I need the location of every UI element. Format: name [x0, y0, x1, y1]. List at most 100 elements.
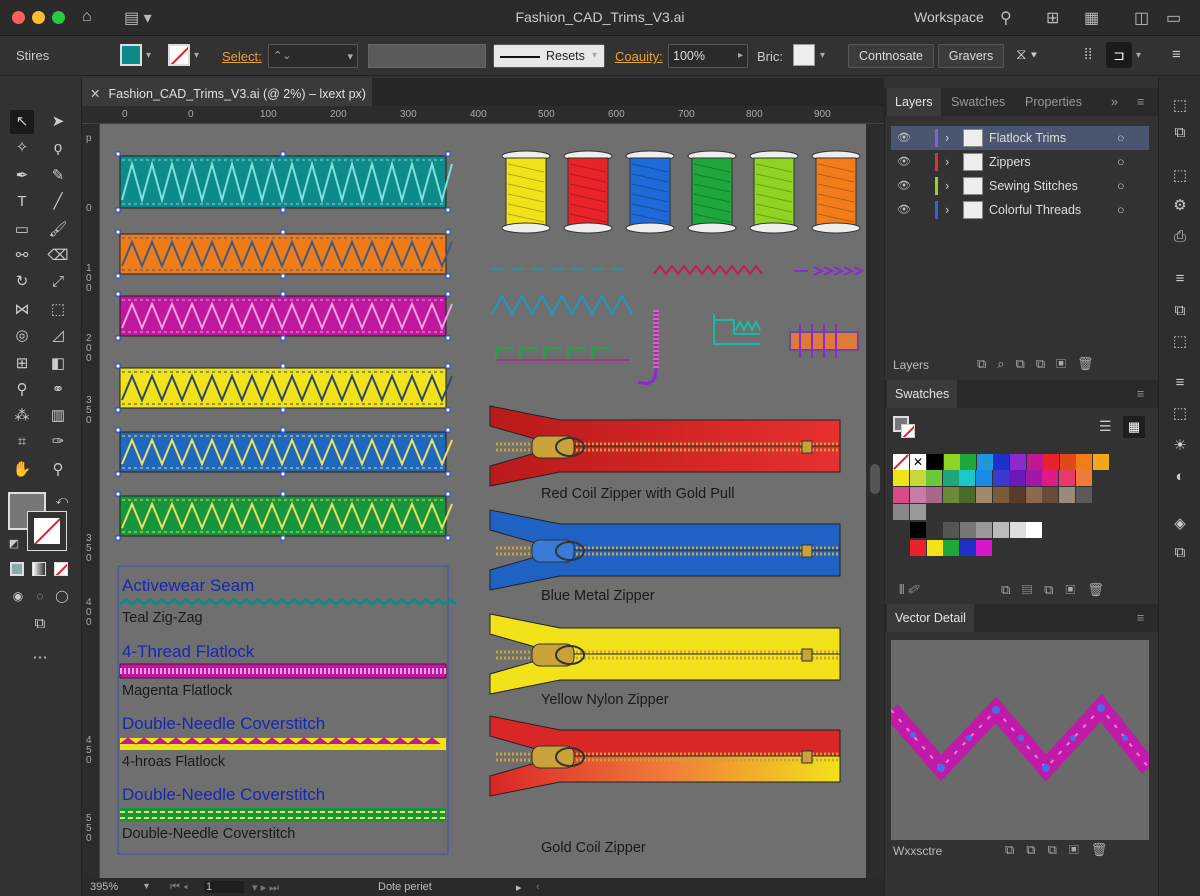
trim-band-green[interactable] [115, 491, 453, 541]
color-swatch[interactable] [1043, 454, 1060, 470]
grid-icon[interactable]: ▦ [1084, 8, 1099, 28]
color-swatch[interactable] [1059, 470, 1075, 486]
trim-band-blue[interactable] [115, 427, 453, 477]
grid-view-icon[interactable]: ▦ [1123, 416, 1145, 438]
visibility-eye-icon[interactable]: 👁 [897, 203, 911, 216]
color-swatch[interactable] [927, 454, 943, 470]
list-view-icon[interactable]: ☰ [1099, 418, 1112, 435]
select-label[interactable]: Select: [222, 49, 262, 64]
panel-menu-icon[interactable]: ≡ [1129, 88, 1152, 116]
color-swatch[interactable] [1042, 470, 1059, 486]
brightness-swatch[interactable] [793, 44, 815, 66]
zipper-1[interactable] [489, 405, 841, 487]
more-tools-icon[interactable]: ⋯ [28, 646, 52, 670]
thread-spool[interactable] [749, 150, 799, 234]
color-swatch[interactable] [1009, 522, 1026, 538]
color-swatch[interactable] [909, 504, 926, 520]
blend-tool-icon[interactable]: ⚭ [46, 378, 70, 402]
registration-swatch[interactable]: ✕ [910, 454, 926, 470]
next-artboard-icon[interactable]: ▾ ▸ ⏭ [252, 881, 279, 895]
visibility-eye-icon[interactable]: 👁 [897, 155, 911, 168]
color-swatch[interactable] [1026, 522, 1043, 538]
mesh-tool-icon[interactable]: ⊞ [10, 352, 34, 376]
gravers-button[interactable]: Gravers [938, 44, 1004, 68]
none-swatch[interactable] [893, 454, 909, 470]
lasso-icon[interactable]: ϙ [46, 136, 70, 160]
paragraph-icon[interactable]: ⬚ [1170, 404, 1190, 424]
color-swatch[interactable] [943, 540, 960, 556]
magic-wand-icon[interactable]: ✧ [10, 136, 34, 160]
horizontal-ruler[interactable]: 0 0 100 200 300 400 500 600 700 800 900 [82, 106, 884, 124]
stroke-none-swatch[interactable] [168, 44, 190, 66]
color-swatch[interactable] [960, 454, 977, 470]
zipper-4[interactable] [489, 715, 841, 797]
color-swatch[interactable] [893, 504, 909, 520]
print-icon[interactable]: ⎙ [1170, 228, 1190, 248]
close-tab-icon[interactable]: ✕ [90, 87, 100, 101]
tab-layers[interactable]: Layers [887, 88, 941, 116]
document-icon[interactable]: ▭ [1166, 8, 1181, 28]
menu-icon[interactable]: ≡ [1172, 46, 1181, 63]
shaper-tool-icon[interactable]: ⚯ [10, 244, 34, 268]
swatches-menu-icon[interactable]: ≡ [1129, 380, 1152, 408]
color-swatch[interactable] [1075, 470, 1092, 486]
draw-behind-icon[interactable]: ◌ [28, 584, 52, 608]
swatches-title[interactable]: Swatches [887, 380, 958, 408]
curvature-tool-icon[interactable]: ✎ [46, 164, 70, 188]
color-swatch[interactable] [910, 540, 926, 556]
scale-tool-icon[interactable]: ⤢ [46, 270, 70, 294]
thread-spool[interactable] [501, 150, 551, 234]
scroll-left-icon[interactable]: ‹ [536, 881, 540, 893]
tab-swatches[interactable]: Swatches [943, 88, 1013, 116]
thread-spool[interactable] [563, 150, 613, 234]
color-swatch[interactable] [1009, 487, 1026, 503]
color-swatch[interactable] [959, 540, 976, 556]
color-swatch[interactable] [943, 454, 960, 470]
color-mode-icon[interactable] [10, 562, 24, 576]
panels-icon[interactable]: ◫ [1134, 8, 1149, 28]
first-artboard-icon[interactable]: ⏮ ◂ [170, 881, 188, 894]
color-swatch[interactable] [893, 487, 909, 503]
color-swatch[interactable] [943, 522, 960, 538]
swatches-footer-icons-right[interactable]: ⧉▤⧉▣🗑 [1001, 582, 1116, 598]
direct-selection-tool-icon[interactable]: ➤ [46, 110, 70, 134]
align-panel-icon[interactable]: ⬚ [1170, 166, 1190, 186]
trim-band-orange[interactable] [115, 229, 453, 279]
eyedropper-icon[interactable]: ⚲ [10, 378, 34, 402]
thread-spool[interactable] [687, 150, 737, 234]
opacity-field[interactable]: 100% [668, 44, 748, 68]
rectangle-tool-icon[interactable]: ▭ [10, 218, 34, 242]
expand-arrow-icon[interactable]: › [945, 155, 949, 169]
isolate-icon[interactable]: ⊐ [1106, 42, 1132, 68]
color-swatch[interactable] [992, 487, 1009, 503]
color-swatch[interactable] [976, 454, 993, 470]
layer-row[interactable]: 👁 › Flatlock Trims ○ [891, 126, 1149, 150]
contnosate-button[interactable]: Contnosate [848, 44, 934, 68]
stroke-style-button[interactable]: Resets [493, 44, 605, 68]
zipper-3[interactable] [489, 613, 841, 695]
color-swatch[interactable] [1026, 454, 1043, 470]
opacity-arrow-icon[interactable]: ▸ [738, 50, 743, 61]
character-icon[interactable]: ≡ [1170, 374, 1190, 394]
document-tab[interactable]: ✕ Fashion_CAD_Trims_V3.ai (@ 2%) – Ɩxext … [82, 78, 372, 106]
color-swatch[interactable] [976, 540, 993, 556]
selection-tool-icon[interactable]: ↖ [10, 110, 34, 134]
swatch-fill-stroke-icon[interactable] [893, 416, 915, 438]
trim-band-yellow[interactable] [115, 363, 453, 413]
vertical-ruler[interactable]: p 0 100 200 350 350 400 450 550 [82, 124, 100, 878]
line-tool-icon[interactable]: ╱ [46, 190, 70, 214]
color-swatch[interactable] [909, 470, 926, 486]
default-colors-icon[interactable]: ◩ [2, 532, 26, 556]
shape-builder-icon[interactable]: ◎ [10, 324, 34, 348]
trim-band-teal[interactable] [115, 151, 453, 213]
color-swatch[interactable] [1025, 487, 1042, 503]
workspace-label[interactable]: Workspace [914, 9, 984, 25]
trim-band-magenta[interactable] [115, 291, 453, 341]
color-swatch[interactable] [1093, 454, 1109, 470]
free-transform-icon[interactable]: ⬚ [46, 298, 70, 322]
swap-colors-icon[interactable]: ⤺ [50, 488, 74, 512]
brightness-dropdown-icon[interactable]: ▾ [820, 50, 825, 61]
target-circle-icon[interactable]: ○ [1117, 155, 1125, 169]
draw-inside-icon[interactable]: ◯ [50, 584, 74, 608]
tab-properties[interactable]: Properties [1017, 88, 1090, 116]
